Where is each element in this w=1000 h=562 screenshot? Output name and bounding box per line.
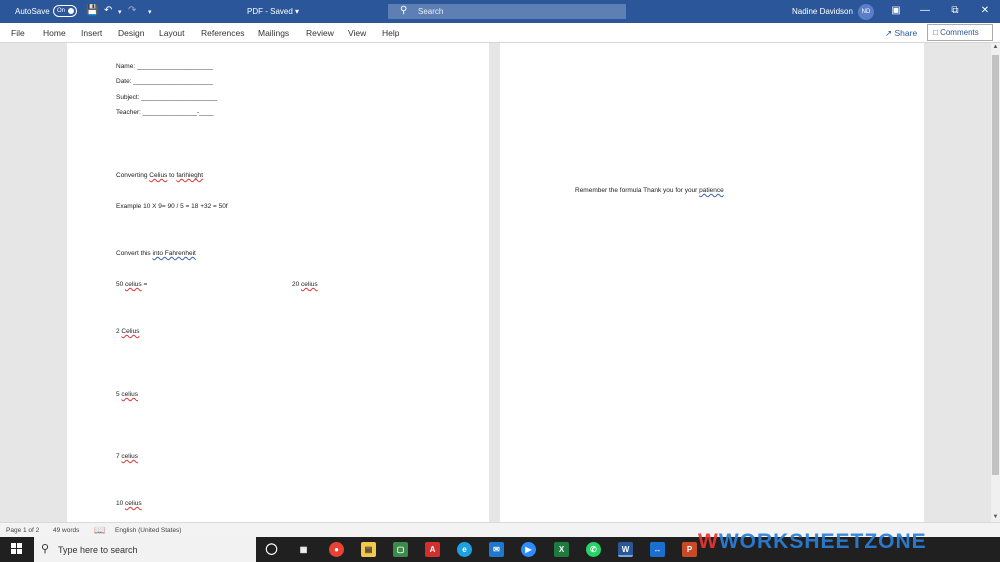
subject-field: Subject: _____________________ xyxy=(116,94,218,101)
question-item: 2 Celius xyxy=(116,328,140,335)
tab-help[interactable]: Help xyxy=(382,28,399,38)
word-count[interactable]: 49 words xyxy=(53,527,79,534)
undo-dropdown-icon[interactable]: ▾ xyxy=(118,7,122,19)
tab-insert[interactable]: Insert xyxy=(81,28,102,38)
user-name[interactable]: Nadine Davidson xyxy=(792,7,853,16)
chrome-icon[interactable]: ● xyxy=(329,542,344,557)
save-icon[interactable]: 💾 xyxy=(86,5,98,17)
edge-icon[interactable]: e xyxy=(457,542,472,557)
page-count[interactable]: Page 1 of 2 xyxy=(6,527,39,534)
mail-icon[interactable]: ✉ xyxy=(489,542,504,557)
windows-start-icon[interactable] xyxy=(11,543,23,555)
redo-icon[interactable]: ↷ xyxy=(128,5,136,17)
scroll-down-icon[interactable]: ▼ xyxy=(991,513,1000,522)
autosave-label: AutoSave xyxy=(15,7,50,16)
teamviewer-icon[interactable]: ↔ xyxy=(650,542,665,557)
page-1[interactable]: Name: _____________________ Date: ______… xyxy=(67,43,489,522)
tab-file[interactable]: File xyxy=(11,28,25,38)
proofing-icon[interactable]: 📖 xyxy=(94,525,105,536)
undo-icon[interactable]: ↶ xyxy=(104,5,112,17)
zoom-icon[interactable]: ▶ xyxy=(521,542,536,557)
task-view-icon[interactable]: ▦ xyxy=(296,542,311,557)
tab-mailings[interactable]: Mailings xyxy=(258,28,289,38)
tab-home[interactable]: Home xyxy=(43,28,66,38)
excel-icon[interactable]: X xyxy=(554,542,569,557)
ribbon-tabs: File Home Insert Design Layout Reference… xyxy=(0,23,1000,43)
question-item: 20 celius xyxy=(292,281,318,288)
search-placeholder: Search xyxy=(418,7,444,16)
share-button[interactable]: ↗ Share xyxy=(881,27,922,40)
scrollbar-thumb[interactable] xyxy=(992,55,999,475)
worksheetzone-watermark: WWORKSHEETZONE xyxy=(698,530,927,553)
tab-view[interactable]: View xyxy=(348,28,366,38)
customize-toolbar-icon[interactable]: ▾ xyxy=(148,7,152,19)
whatsapp-icon[interactable]: ✆ xyxy=(586,542,601,557)
ribbon-display-options-icon[interactable]: ▣ xyxy=(888,4,904,18)
restore-icon[interactable]: ⧉ xyxy=(947,4,963,18)
acrobat-icon[interactable]: A xyxy=(425,542,440,557)
closing-note: Remember the formula Thank you for your … xyxy=(575,187,724,194)
teacher-field: Teacher: _______________-____ xyxy=(116,109,214,116)
tab-references[interactable]: References xyxy=(201,28,244,38)
minimize-icon[interactable]: — xyxy=(917,4,933,18)
search-box[interactable]: ⚲ Search xyxy=(388,4,626,19)
tab-layout[interactable]: Layout xyxy=(159,28,185,38)
worksheet-title: Converting Celius to farihieght xyxy=(116,172,204,179)
file-explorer-icon[interactable]: ▤ xyxy=(361,542,376,557)
close-icon[interactable]: ✕ xyxy=(977,4,993,18)
language[interactable]: English (United States) xyxy=(115,527,181,534)
document-title[interactable]: PDF - Saved ▾ xyxy=(247,7,299,16)
search-icon: ⚲ xyxy=(400,5,408,16)
document-canvas[interactable]: Name: _____________________ Date: ______… xyxy=(0,43,1000,522)
question-item: 7 celius xyxy=(116,453,139,460)
taskbar-search-placeholder: Type here to search xyxy=(58,545,138,555)
vertical-scrollbar[interactable]: ▲ ▼ xyxy=(991,43,1000,522)
example-line: Example 10 X 9= 90 / 5 = 18 +32 = 50f xyxy=(116,203,228,210)
question-item: 50 celius = xyxy=(116,281,148,288)
autosave-toggle[interactable]: On xyxy=(53,5,77,17)
word-icon[interactable]: W xyxy=(618,542,633,557)
search-icon: ⚲ xyxy=(41,543,50,555)
name-field: Name: _____________________ xyxy=(116,63,213,70)
question-item: 10 celius xyxy=(116,500,142,507)
comment-icon: □ xyxy=(933,28,938,37)
store-icon[interactable]: ▢ xyxy=(393,542,408,557)
comments-button[interactable]: □ Comments xyxy=(927,24,993,41)
tab-design[interactable]: Design xyxy=(118,28,144,38)
question-item: 5 celius xyxy=(116,391,139,398)
tab-review[interactable]: Review xyxy=(306,28,334,38)
avatar[interactable]: ND xyxy=(858,4,874,20)
date-field: Date: ______________________ xyxy=(116,78,213,85)
cortana-icon[interactable]: ◯ xyxy=(264,542,279,557)
powerpoint-icon[interactable]: P xyxy=(682,542,697,557)
scroll-up-icon[interactable]: ▲ xyxy=(991,43,1000,52)
page-2[interactable]: Remember the formula Thank you for your … xyxy=(500,43,924,522)
share-icon: ↗ xyxy=(885,28,893,38)
taskbar-search[interactable]: ⚲ Type here to search xyxy=(34,537,256,562)
instruction-line: Convert this into Fahrenheit xyxy=(116,250,196,257)
title-bar: AutoSave On 💾 ↶ ▾ ↷ ▾ PDF - Saved ▾ ⚲ Se… xyxy=(0,0,1000,23)
